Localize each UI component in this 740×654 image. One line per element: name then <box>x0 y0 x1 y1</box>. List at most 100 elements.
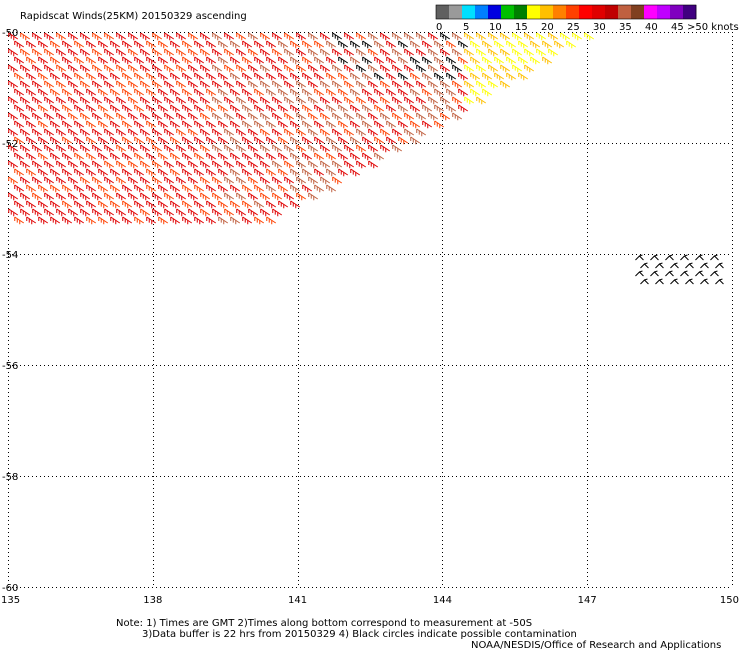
wind-barb <box>20 160 31 169</box>
wind-barb <box>200 128 211 137</box>
wind-barb <box>254 200 265 209</box>
wind-barb <box>350 72 361 81</box>
latitude-tick-label: -56 <box>2 361 18 372</box>
wind-barb <box>80 32 91 41</box>
wind-barb <box>92 48 103 57</box>
wind-barb <box>116 112 127 121</box>
wind-barb <box>302 72 313 81</box>
wind-barb <box>44 32 55 41</box>
wind-barb <box>86 120 97 129</box>
wind-barb <box>236 176 247 185</box>
wind-barb <box>140 208 151 217</box>
wind-barb <box>170 184 181 193</box>
wind-barb <box>410 56 421 65</box>
wind-barb <box>164 176 175 185</box>
wind-barb <box>86 104 97 113</box>
wind-barb <box>146 168 157 177</box>
wind-barb <box>38 88 49 97</box>
wind-barb <box>404 80 415 89</box>
wind-barb <box>170 200 181 209</box>
wind-barb <box>254 72 265 81</box>
color-scale-swatch <box>657 5 671 19</box>
wind-barb <box>482 72 493 81</box>
wind-barb <box>404 48 415 57</box>
wind-barb <box>8 96 19 105</box>
wind-barb <box>8 48 19 57</box>
wind-barb <box>32 48 43 57</box>
wind-barb <box>248 208 259 217</box>
wind-barb <box>470 72 481 81</box>
wind-barb <box>236 64 247 73</box>
wind-barb <box>464 80 475 89</box>
wind-barb <box>14 200 25 209</box>
color-scale-tick-label: 10 <box>489 22 502 33</box>
wind-barb <box>518 72 529 81</box>
wind-barb <box>428 96 439 105</box>
wind-barb <box>320 96 331 105</box>
wind-barb <box>332 128 343 137</box>
wind-barb <box>242 72 253 81</box>
wind-barb <box>224 144 235 153</box>
wind-barb <box>20 208 31 217</box>
wind-barb <box>206 88 217 97</box>
wind-barb <box>224 128 235 137</box>
wind-barb <box>122 120 133 129</box>
wind-barb <box>266 184 277 193</box>
wind-barb <box>74 216 85 225</box>
latitude-tick-label: -54 <box>2 250 18 261</box>
wind-barb <box>152 32 163 41</box>
wind-barb <box>230 152 241 161</box>
wind-barb <box>380 112 391 121</box>
longitude-tick-label: 144 <box>433 595 452 606</box>
longitude-labels: 135 138 141 144 147 150 <box>1 595 739 606</box>
color-scale-swatch <box>488 5 502 19</box>
wind-barb <box>8 208 19 217</box>
wind-barb <box>98 104 109 113</box>
wind-barb <box>170 88 181 97</box>
wind-barb <box>80 192 91 201</box>
wind-barb <box>110 216 121 225</box>
wind-barb <box>410 120 421 129</box>
wind-barb <box>140 128 151 137</box>
wind-barb <box>206 40 217 49</box>
wind-barb <box>458 104 469 113</box>
wind-barb <box>74 120 85 129</box>
wind-barb <box>122 152 133 161</box>
wind-barb <box>20 128 31 137</box>
wind-barb <box>272 32 283 41</box>
wind-barb <box>80 160 91 169</box>
wind-barb <box>374 72 385 81</box>
wind-barb <box>446 56 457 65</box>
wind-barb <box>32 192 43 201</box>
wind-barb <box>80 112 91 121</box>
wind-barb <box>158 72 169 81</box>
wind-barb <box>446 88 457 97</box>
wind-barb <box>194 184 205 193</box>
wind-barb <box>392 64 403 73</box>
wind-barb <box>8 176 19 185</box>
wind-barb <box>416 64 427 73</box>
wind-barb <box>200 64 211 73</box>
wind-barb <box>200 80 211 89</box>
wind-barb <box>182 168 193 177</box>
wind-barb <box>278 104 289 113</box>
wind-barb <box>134 216 145 225</box>
wind-barb <box>278 72 289 81</box>
wind-barb <box>224 208 235 217</box>
wind-barb <box>715 278 724 285</box>
wind-barb <box>164 144 175 153</box>
wind-barb <box>410 104 421 113</box>
wind-barb <box>470 88 481 97</box>
wind-barb <box>44 112 55 121</box>
wind-barb <box>200 208 211 217</box>
wind-barb <box>284 80 295 89</box>
wind-barb <box>464 48 475 57</box>
wind-barb <box>176 112 187 121</box>
wind-barb <box>422 56 433 65</box>
wind-barb <box>176 64 187 73</box>
color-scale-bar <box>435 4 697 20</box>
wind-barb <box>356 160 367 169</box>
wind-barb <box>278 152 289 161</box>
wind-barb <box>368 112 379 121</box>
wind-barb <box>44 208 55 217</box>
